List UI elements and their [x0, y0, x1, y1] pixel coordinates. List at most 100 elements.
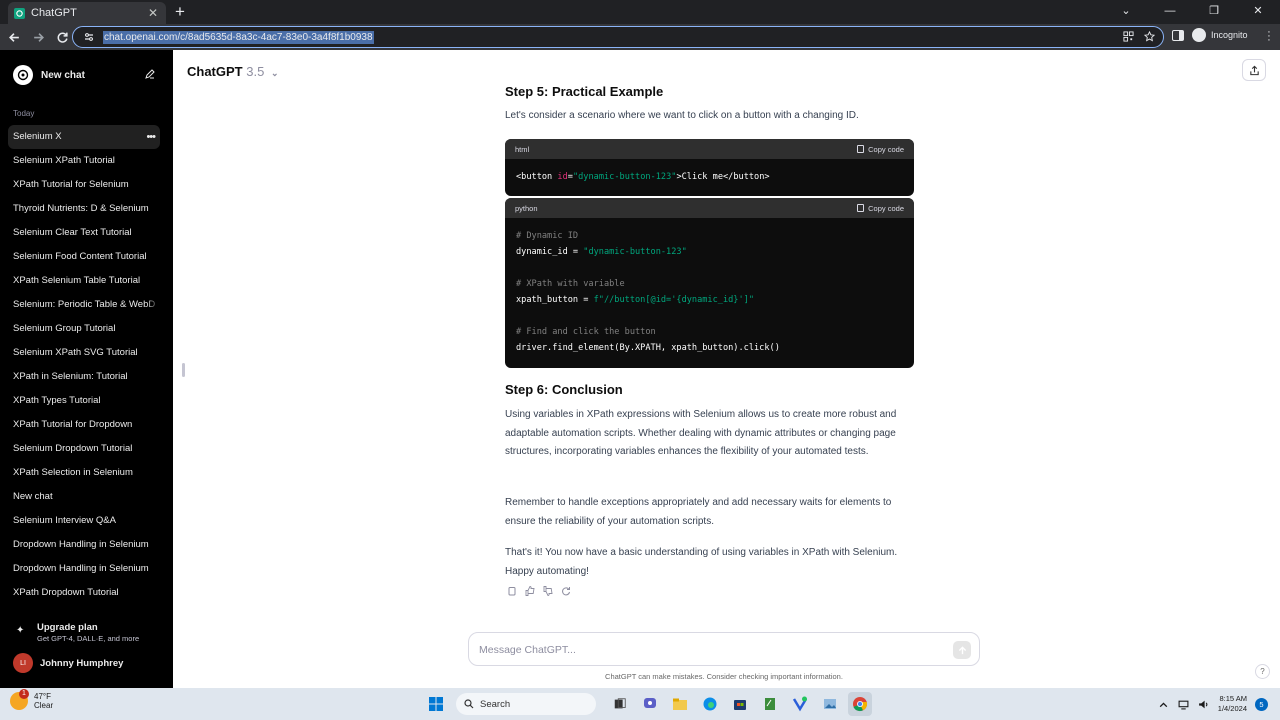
- sidebar-item[interactable]: Selenium Clear Text Tutorial: [8, 221, 160, 245]
- sidebar-item-label: Selenium Interview Q&A: [13, 515, 116, 526]
- sidebar-item[interactable]: XPath Types Tutorial: [8, 389, 160, 413]
- system-clock[interactable]: 8:15 AM 1/4/2024: [1218, 694, 1247, 714]
- sidebar-item[interactable]: XPath Tutorial for Dropdown: [8, 413, 160, 437]
- send-button[interactable]: [953, 641, 971, 659]
- sidebar-item[interactable]: Dropdown Handling in Selenium: [8, 557, 160, 581]
- sidebar-item[interactable]: Selenium Group Tutorial: [8, 317, 160, 341]
- code-token: dynamic_id =: [516, 247, 584, 257]
- user-menu[interactable]: LI Johnny Humphrey: [13, 653, 123, 673]
- sidebar-item[interactable]: XPath Selection in Selenium: [8, 461, 160, 485]
- sidebar-item[interactable]: New chat: [8, 485, 160, 509]
- new-tab-button[interactable]: +: [172, 3, 188, 21]
- sidebar-item-label: Selenium Food Content Tutorial: [13, 251, 147, 262]
- thumbs-down-icon[interactable]: [543, 586, 553, 596]
- code-block-python: python Copy code # Dynamic ID dynamic_id…: [505, 198, 914, 368]
- copy-code-label: Copy code: [868, 203, 904, 213]
- task-view-icon[interactable]: [608, 692, 632, 716]
- exceptions-paragraph: Remember to handle exceptions appropriat…: [505, 497, 892, 527]
- copy-code-button[interactable]: Copy code: [857, 145, 904, 154]
- sidebar-item-label: XPath Tutorial for Dropdown: [13, 419, 133, 430]
- browser-tab-strip: ChatGPT ✕ + ⌄ — ❐ ✕: [0, 0, 1280, 24]
- sidebar-item[interactable]: Selenium Interview Q&A: [8, 509, 160, 533]
- clock-time: 8:15 AM: [1219, 694, 1247, 703]
- network-icon[interactable]: [1178, 698, 1190, 710]
- regenerate-icon[interactable]: [561, 586, 571, 596]
- store-icon[interactable]: [728, 692, 752, 716]
- chevron-down-icon: ⌄: [270, 68, 279, 78]
- upgrade-subtitle: Get GPT-4, DALL·E, and more: [37, 634, 140, 643]
- close-window-icon[interactable]: ✕: [1236, 0, 1280, 24]
- address-bar[interactable]: chat.openai.com/c/8ad5635d-8a3c-4ac7-83e…: [72, 26, 1164, 48]
- profile-area[interactable]: Incognito: [1172, 28, 1248, 42]
- chat-app-icon[interactable]: [638, 692, 662, 716]
- tab-title: ChatGPT: [31, 7, 77, 19]
- arrow-up-icon: [958, 645, 966, 654]
- sidebar-item[interactable]: Thyroid Nutrients: D & Selenium: [8, 197, 160, 221]
- sidebar-item[interactable]: Selenium Dropdown Tutorial: [8, 437, 160, 461]
- copy-code-button[interactable]: Copy code: [857, 204, 904, 213]
- windows-taskbar: 1 47°F Clear Search 8:15 AM 1/4/2024 5: [0, 688, 1280, 720]
- clipboard-icon: [857, 145, 865, 153]
- volume-icon[interactable]: [1198, 698, 1210, 710]
- qr-code-icon[interactable]: [1123, 31, 1134, 42]
- site-info-icon[interactable]: [83, 31, 95, 43]
- edit-icon[interactable]: [144, 68, 156, 80]
- windows-start-icon[interactable]: [424, 692, 448, 716]
- model-selector[interactable]: ChatGPT 3.5 ⌄: [187, 64, 279, 79]
- back-button[interactable]: [4, 27, 24, 47]
- taskbar-search[interactable]: Search: [456, 693, 596, 715]
- chevron-down-icon[interactable]: ⌄: [1104, 0, 1148, 24]
- share-button[interactable]: [1242, 59, 1266, 81]
- sidebar-item-label: Selenium Dropdown Tutorial: [13, 443, 133, 454]
- sidebar-item[interactable]: XPath Tutorial for Selenium: [8, 173, 160, 197]
- url-text[interactable]: chat.openai.com/c/8ad5635d-8a3c-4ac7-83e…: [103, 30, 374, 44]
- model-version: 3.5: [246, 64, 265, 79]
- reload-button[interactable]: [52, 27, 72, 47]
- minimize-icon[interactable]: —: [1148, 0, 1192, 24]
- restore-icon[interactable]: ❐: [1192, 0, 1236, 24]
- new-chat-button[interactable]: New chat: [8, 62, 160, 88]
- sidebar-item[interactable]: Selenium: Periodic Table & WebD: [8, 293, 160, 317]
- sidebar-resize-handle[interactable]: [182, 363, 185, 377]
- more-options-icon[interactable]: •••: [146, 125, 156, 149]
- copy-code-label: Copy code: [868, 144, 904, 154]
- sidebar-item[interactable]: XPath Dropdown Tutorial: [8, 581, 160, 605]
- arrow-right-icon: [33, 32, 44, 42]
- browser-menu-icon[interactable]: · · ·: [1266, 27, 1272, 46]
- incognito-icon: [1192, 28, 1206, 42]
- edge-browser-icon[interactable]: [698, 692, 722, 716]
- weather-widget[interactable]: 1 47°F Clear: [10, 689, 54, 710]
- sidebar-item[interactable]: XPath in Selenium: Tutorial: [8, 365, 160, 389]
- model-name: ChatGPT: [187, 64, 243, 79]
- notepad-icon[interactable]: [758, 692, 782, 716]
- sidebar-item[interactable]: Selenium XPath Tutorial: [8, 149, 160, 173]
- chevron-up-icon[interactable]: [1158, 698, 1170, 710]
- image-viewer-icon[interactable]: [818, 692, 842, 716]
- help-button[interactable]: ?: [1255, 664, 1270, 679]
- system-tray: 8:15 AM 1/4/2024 5: [1158, 694, 1268, 714]
- sidebar-item-label: XPath Tutorial for Selenium: [13, 179, 129, 190]
- sidebar-item[interactable]: Dropdown Handling in Selenium: [8, 533, 160, 557]
- tab-close-icon[interactable]: ✕: [146, 6, 160, 20]
- sidebar-item[interactable]: XPath Selenium Table Tutorial: [8, 269, 160, 293]
- browser-tab[interactable]: ChatGPT ✕: [8, 2, 166, 24]
- sidebar-item-selenium-x[interactable]: Selenium X •••: [8, 125, 160, 149]
- message-input[interactable]: [479, 641, 919, 659]
- sidebar-item[interactable]: Selenium Food Content Tutorial: [8, 245, 160, 269]
- code-block-html: html Copy code <button id="dynamic-butto…: [505, 139, 914, 196]
- bookmark-star-icon[interactable]: [1144, 31, 1155, 42]
- weather-condition: Clear: [34, 701, 54, 710]
- code-line: # Dynamic ID: [516, 231, 579, 241]
- thumbs-up-icon[interactable]: [525, 586, 535, 596]
- forward-button[interactable]: [28, 27, 48, 47]
- openai-logo-icon: [13, 65, 33, 85]
- copy-icon[interactable]: [507, 586, 517, 596]
- vpn-app-icon[interactable]: [788, 692, 812, 716]
- notification-badge[interactable]: 5: [1255, 697, 1268, 711]
- file-explorer-icon[interactable]: [668, 692, 692, 716]
- chrome-icon[interactable]: [848, 692, 872, 716]
- side-panel-icon[interactable]: [1172, 29, 1184, 41]
- code-language: html: [515, 144, 530, 154]
- upgrade-plan-button[interactable]: ✦ Upgrade plan Get GPT-4, DALL·E, and mo…: [16, 622, 139, 643]
- sidebar-item[interactable]: Selenium XPath SVG Tutorial: [8, 341, 160, 365]
